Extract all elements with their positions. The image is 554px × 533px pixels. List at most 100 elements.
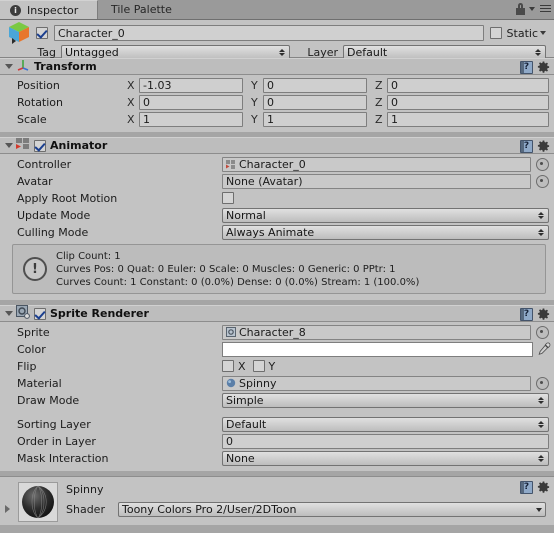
- material-preview-sphere: [18, 482, 58, 522]
- transform-row-position: Position X -1.03 Y 0 Z 0: [0, 77, 554, 93]
- order-in-layer-input[interactable]: 0: [222, 433, 549, 449]
- update-mode-value: Normal: [226, 208, 266, 222]
- sprite-object-picker[interactable]: [536, 325, 549, 339]
- sprite-renderer-enabled-checkbox[interactable]: [34, 307, 46, 320]
- animator-row-update-mode: Update Mode Normal: [0, 207, 554, 223]
- avatar-object-field[interactable]: None (Avatar): [222, 173, 531, 189]
- component-header-animator[interactable]: Animator: [0, 137, 554, 154]
- animator-enabled-checkbox[interactable]: [34, 139, 46, 152]
- controller-object-field[interactable]: Character_0: [222, 156, 531, 172]
- gear-icon[interactable]: [537, 308, 550, 321]
- position-y-input[interactable]: 0: [263, 77, 367, 93]
- mask-interaction-dropdown[interactable]: None: [222, 450, 549, 466]
- gameobject-name-input[interactable]: Character_0: [54, 25, 484, 41]
- material-row: Material Spinny: [0, 375, 554, 391]
- static-dropdown-arrow[interactable]: [540, 31, 546, 35]
- mask-interaction-row: Mask Interaction None: [0, 450, 554, 466]
- sprite-renderer-icon: [16, 305, 30, 322]
- tab-inspector[interactable]: i Inspector: [0, 0, 98, 19]
- help-icon[interactable]: [520, 308, 533, 321]
- gameobject-header: Character_0 Static Tag Untagged Layer De…: [0, 20, 554, 60]
- layer-dropdown-arrows: [535, 48, 541, 56]
- rotation-y-input[interactable]: 0: [263, 94, 367, 110]
- sorting-layer-row: Sorting Layer Default: [0, 416, 554, 432]
- component-title-transform: Transform: [34, 60, 97, 73]
- rotation-z-input[interactable]: 0: [387, 94, 549, 110]
- color-swatch-field[interactable]: [222, 341, 533, 357]
- scale-y-axis-label: Y: [251, 112, 258, 126]
- transform-body: Position X -1.03 Y 0 Z 0 Rotation X 0 Y …: [0, 75, 554, 132]
- static-checkbox[interactable]: [489, 27, 502, 39]
- mask-interaction-value: None: [226, 451, 255, 465]
- material-foldout-arrow-icon[interactable]: [5, 505, 10, 513]
- gameobject-active-checkbox[interactable]: [36, 27, 48, 39]
- material-object-picker[interactable]: [536, 376, 549, 390]
- tab-tile-palette-label: Tile Palette: [111, 3, 172, 16]
- animator-header-icons: [520, 140, 550, 153]
- update-mode-dropdown[interactable]: Normal: [222, 207, 549, 223]
- apply-root-motion-checkbox[interactable]: [222, 192, 234, 204]
- position-x-input[interactable]: -1.03: [139, 77, 243, 93]
- gear-icon[interactable]: [537, 481, 550, 494]
- help-icon[interactable]: [520, 481, 533, 494]
- sprite-label: Sprite: [17, 325, 50, 339]
- flip-x-checkbox[interactable]: [222, 360, 234, 372]
- flip-row: Flip X Y: [0, 358, 554, 374]
- shader-dropdown-arrow: [536, 507, 542, 512]
- material-name: Spinny: [66, 483, 104, 496]
- foldout-arrow-icon[interactable]: [5, 64, 13, 69]
- hamburger-menu-icon[interactable]: [538, 3, 551, 14]
- rotation-z-axis-label: Z: [375, 95, 383, 109]
- material-object-field[interactable]: Spinny: [222, 375, 531, 391]
- material-value: Spinny: [239, 376, 277, 390]
- rotation-x-axis-label: X: [127, 95, 135, 109]
- chevron-down-icon[interactable]: [529, 6, 535, 11]
- foldout-arrow-icon[interactable]: [5, 143, 13, 148]
- apply-root-motion-label: Apply Root Motion: [17, 191, 118, 205]
- flip-y-checkbox[interactable]: [252, 360, 265, 372]
- sorting-layer-dropdown[interactable]: Default: [222, 416, 549, 432]
- position-label: Position: [17, 78, 60, 92]
- tag-dropdown-arrows: [279, 48, 285, 56]
- flip-label: Flip: [17, 359, 37, 373]
- avatar-object-picker[interactable]: [536, 174, 549, 188]
- component-header-transform[interactable]: Transform: [0, 58, 554, 75]
- draw-mode-dropdown[interactable]: Simple: [222, 392, 549, 408]
- scale-x-input[interactable]: 1: [139, 111, 243, 127]
- help-icon[interactable]: [520, 61, 533, 74]
- update-mode-dropdown-arrows: [538, 211, 544, 219]
- shader-dropdown[interactable]: Toony Colors Pro 2/User/2DToon: [118, 502, 546, 517]
- rotation-label: Rotation: [17, 95, 64, 109]
- animator-body: Controller Character_0 Avatar None (Avat…: [0, 154, 554, 300]
- sprite-asset-icon: [226, 327, 236, 337]
- rotation-y-axis-label: Y: [251, 95, 258, 109]
- sprite-object-field[interactable]: Character_8: [222, 324, 531, 340]
- mask-interaction-label: Mask Interaction: [17, 451, 109, 465]
- lock-icon[interactable]: [515, 2, 526, 15]
- component-header-sprite-renderer[interactable]: Sprite Renderer: [0, 305, 554, 322]
- gear-icon[interactable]: [537, 61, 550, 74]
- scale-y-input[interactable]: 1: [263, 111, 367, 127]
- shader-label: Shader: [66, 503, 105, 516]
- component-title-sprite-renderer: Sprite Renderer: [50, 307, 149, 320]
- gear-icon[interactable]: [537, 140, 550, 153]
- controller-object-picker[interactable]: [536, 157, 549, 171]
- gameobject-name-row: Character_0 Static: [4, 22, 550, 44]
- tab-bar: i Inspector Tile Palette: [0, 0, 554, 20]
- animator-row-avatar: Avatar None (Avatar): [0, 173, 554, 189]
- tab-tile-palette[interactable]: Tile Palette: [99, 0, 199, 19]
- animator-row-culling-mode: Culling Mode Always Animate: [0, 224, 554, 240]
- scale-z-input[interactable]: 1: [387, 111, 549, 127]
- sprite-value: Character_8: [239, 325, 306, 339]
- tag-value: Untagged: [65, 45, 119, 59]
- controller-label: Controller: [17, 157, 72, 171]
- help-icon[interactable]: [520, 140, 533, 153]
- foldout-arrow-icon[interactable]: [5, 311, 13, 316]
- animator-info-text: Clip Count: 1 Curves Pos: 0 Quat: 0 Eule…: [56, 250, 419, 289]
- shader-row: Shader Toony Colors Pro 2/User/2DToon: [66, 502, 548, 517]
- position-z-input[interactable]: 0: [387, 77, 549, 93]
- culling-mode-dropdown[interactable]: Always Animate: [222, 224, 549, 240]
- eyedropper-icon[interactable]: [537, 342, 551, 356]
- info-icon: i: [10, 4, 21, 16]
- rotation-x-input[interactable]: 0: [139, 94, 243, 110]
